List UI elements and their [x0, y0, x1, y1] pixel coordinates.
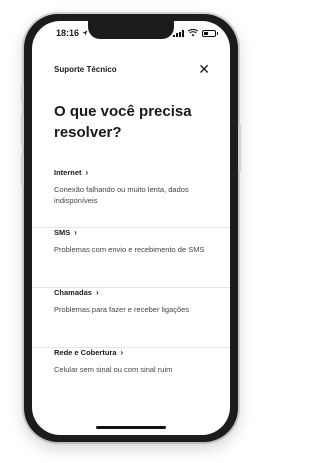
- location-arrow-icon: [82, 30, 88, 36]
- topic-label: Chamadas: [54, 288, 92, 297]
- topic-item-sms[interactable]: SMS › Problemas com envio e recebimento …: [32, 228, 230, 288]
- topic-description: Problemas com envio e recebimento de SMS: [54, 245, 205, 254]
- home-indicator[interactable]: [96, 426, 166, 429]
- status-time: 18:16: [56, 28, 80, 38]
- chevron-right-icon: ›: [95, 288, 99, 297]
- phone-screen: 18:16 Suporte Técnico ✕ O que você preci…: [32, 21, 230, 435]
- cellular-signal-icon: [173, 29, 184, 37]
- app-header: Suporte Técnico ✕: [32, 61, 230, 77]
- chevron-right-icon: ›: [85, 168, 89, 177]
- topic-description: Conexão falhando ou muito lenta, dados i…: [54, 185, 189, 205]
- topic-item-rede-cobertura[interactable]: Rede e Cobertura › Celular sem sinal ou …: [32, 348, 230, 408]
- topic-label: Rede e Cobertura: [54, 348, 117, 357]
- power-button: [238, 124, 241, 172]
- topic-label: Internet: [54, 168, 82, 177]
- topic-item-internet[interactable]: Internet › Conexão falhando ou muito len…: [32, 168, 230, 228]
- header-title: Suporte Técnico: [54, 64, 117, 74]
- volume-up-button: [21, 114, 24, 146]
- phone-frame: 18:16 Suporte Técnico ✕ O que você preci…: [21, 14, 241, 442]
- wifi-icon: [188, 29, 198, 37]
- volume-down-button: [21, 154, 24, 186]
- mute-switch: [21, 84, 24, 102]
- topic-label: SMS: [54, 228, 71, 237]
- close-icon[interactable]: ✕: [198, 62, 210, 76]
- page-title: O que você precisa resolver?: [54, 103, 192, 141]
- battery-icon: [202, 29, 218, 37]
- topic-description: Problemas para fazer e receber ligações: [54, 305, 190, 314]
- topic-item-chamadas[interactable]: Chamadas › Problemas para fazer e recebe…: [32, 288, 230, 348]
- status-bar: 18:16: [32, 21, 230, 45]
- topic-list: Internet › Conexão falhando ou muito len…: [32, 168, 230, 408]
- chevron-right-icon: ›: [74, 228, 77, 237]
- chevron-right-icon: ›: [120, 348, 124, 357]
- topic-description: Celular sem sinal ou com sinal ruim: [54, 365, 173, 374]
